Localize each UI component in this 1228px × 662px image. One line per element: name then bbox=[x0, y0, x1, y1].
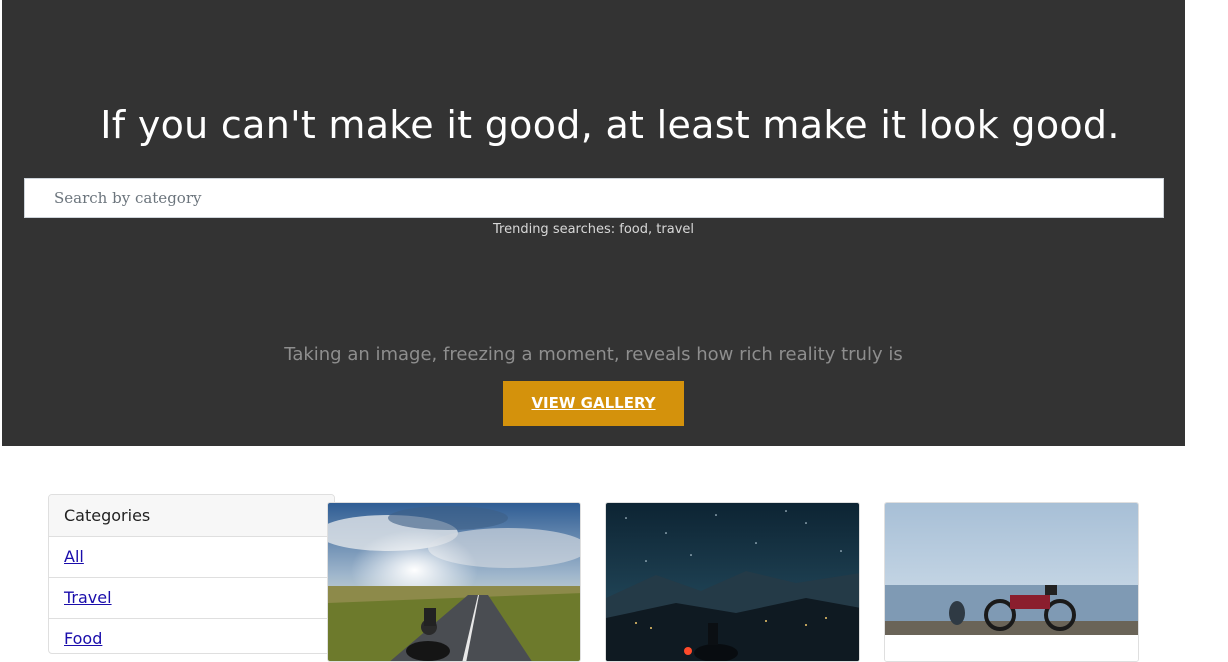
motorcycle-night-image bbox=[606, 503, 859, 661]
category-link-all[interactable]: All bbox=[64, 547, 84, 566]
category-link-food[interactable]: Food bbox=[64, 629, 102, 648]
trending-searches: Trending searches: food, travel bbox=[493, 222, 694, 237]
category-item-all: All bbox=[49, 537, 334, 578]
category-item-travel: Travel bbox=[49, 578, 334, 619]
gallery-card-3[interactable] bbox=[884, 502, 1139, 662]
category-item-food: Food bbox=[49, 619, 334, 653]
motorcycle-road-image bbox=[328, 503, 580, 661]
categories-panel: Categories All Travel Food bbox=[48, 494, 335, 654]
motorcycle-sea-image bbox=[885, 503, 1138, 661]
view-gallery-button[interactable]: VIEW GALLERY bbox=[503, 381, 684, 426]
hero-banner: If you can't make it good, at least make… bbox=[2, 0, 1185, 446]
hero-title: If you can't make it good, at least make… bbox=[100, 103, 1120, 147]
gallery-card-2[interactable] bbox=[605, 502, 860, 662]
categories-header: Categories bbox=[49, 495, 334, 537]
hero-tagline: Taking an image, freezing a moment, reve… bbox=[284, 344, 903, 365]
gallery-card-1[interactable] bbox=[327, 502, 581, 662]
search-input[interactable] bbox=[24, 178, 1164, 218]
category-link-travel[interactable]: Travel bbox=[64, 588, 112, 607]
